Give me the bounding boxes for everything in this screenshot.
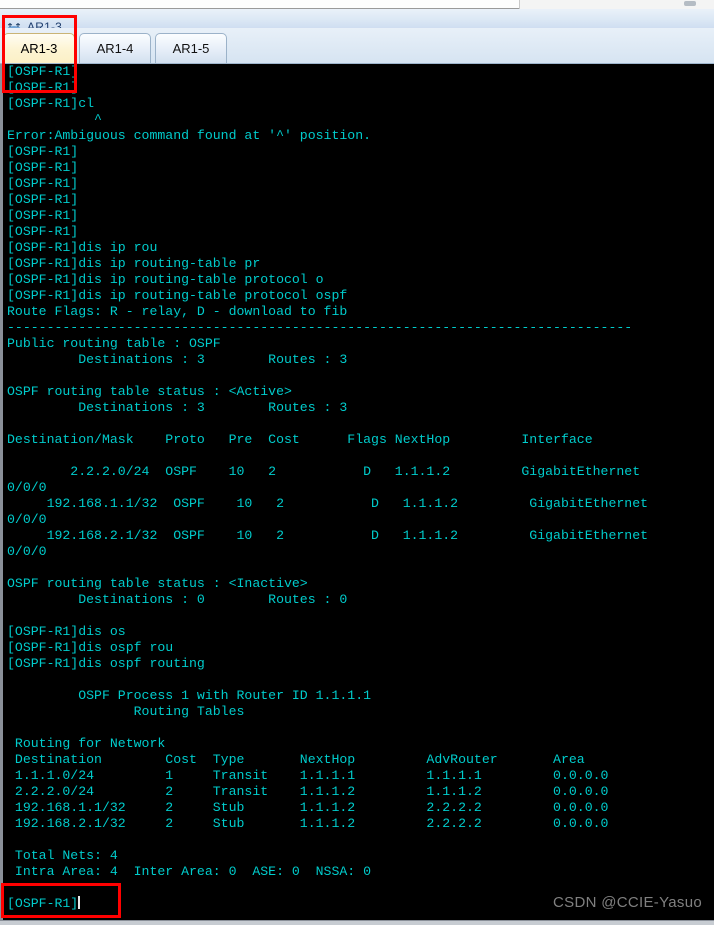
terminal-line: [OSPF-R1] [7, 224, 79, 239]
terminal-line: Destinations : 3 Routes : 3 [7, 400, 348, 415]
outer-window-strip [0, 0, 714, 9]
window-title-bar: AR1-3 [0, 9, 714, 34]
terminal-line: Route Flags: R - relay, D - download to … [7, 304, 348, 319]
terminal-line: Routing Tables [7, 704, 245, 719]
terminal-line: ----------------------------------------… [7, 320, 633, 335]
terminal-prompt-text: [OSPF-R1] [7, 896, 79, 911]
tab-ar1-5[interactable]: AR1-5 [155, 33, 227, 63]
terminal-line: 1.1.1.0/24 1 Transit 1.1.1.1 1.1.1.1 0.0… [7, 768, 609, 783]
terminal-line: ^ [7, 112, 102, 127]
terminal-line: Destinations : 0 Routes : 0 [7, 592, 348, 607]
terminal-line: [OSPF-R1] [7, 176, 79, 191]
terminal-cursor [78, 896, 81, 909]
outer-panel-strip [519, 0, 714, 9]
terminal-line: [OSPF-R1] [7, 160, 79, 175]
terminal-line: [OSPF-R1]dis ip rou [7, 240, 158, 255]
terminal-line: OSPF Process 1 with Router ID 1.1.1.1 [7, 688, 372, 703]
terminal-line: [OSPF-R1] [7, 80, 79, 95]
panel-handle-icon [684, 1, 696, 6]
terminal-line: Public routing table : OSPF [7, 336, 221, 351]
terminal-line: 0/0/0 [7, 512, 47, 527]
terminal-line: 0/0/0 [7, 544, 47, 559]
terminal-line: 192.168.2.1/32 2 Stub 1.1.1.2 2.2.2.2 0.… [7, 816, 609, 831]
tab-ar1-4[interactable]: AR1-4 [79, 33, 151, 63]
terminal-line: [OSPF-R1] [7, 192, 79, 207]
console-window: AR1-3 AR1-3 AR1-4 AR1-5 [OSPF-R1] [OSPF-R… [0, 0, 714, 925]
tab-bar: AR1-3 AR1-4 AR1-5 [0, 28, 714, 64]
terminal-line: [OSPF-R1]dis ip routing-table protocol o [7, 272, 324, 287]
tab-ar1-3[interactable]: AR1-3 [3, 33, 75, 63]
terminal-line: Total Nets: 4 [7, 848, 118, 863]
terminal-line: 0/0/0 [7, 480, 47, 495]
watermark: CSDN @CCIE-Yasuo [553, 894, 702, 911]
terminal-lines: [OSPF-R1] [OSPF-R1] [OSPF-R1]cl ^ Error:Amb… [7, 64, 713, 912]
terminal-line: 2.2.2.0/24 2 Transit 1.1.1.2 1.1.1.2 0.0… [7, 784, 609, 799]
terminal-line: [OSPF-R1] [7, 144, 79, 159]
terminal-line: [OSPF-R1]dis ip routing-table pr [7, 256, 261, 271]
terminal-line: 192.168.2.1/32 OSPF 10 2 D 1.1.1.2 Gigab… [7, 528, 649, 543]
terminal-line: Error:Ambiguous command found at '^' pos… [7, 128, 372, 143]
terminal-line: Destination/Mask Proto Pre Cost Flags Ne… [7, 432, 593, 447]
terminal-line: OSPF routing table status : <Active> [7, 384, 292, 399]
terminal-line: [OSPF-R1]dis ospf routing [7, 656, 205, 671]
terminal-line: Destination Cost Type NextHop AdvRouter … [7, 752, 585, 767]
terminal-line: Intra Area: 4 Inter Area: 0 ASE: 0 NSSA:… [7, 864, 372, 879]
terminal-line: OSPF routing table status : <Inactive> [7, 576, 308, 591]
tab-label: AR1-4 [96, 41, 134, 56]
terminal-line: [OSPF-R1] [7, 208, 79, 223]
terminal-line: 192.168.1.1/32 2 Stub 1.1.1.2 2.2.2.2 0.… [7, 800, 609, 815]
terminal-line: [OSPF-R1]dis os [7, 624, 126, 639]
terminal-line: [OSPF-R1]dis ospf rou [7, 640, 174, 655]
terminal-line: [OSPF-R1] [7, 64, 79, 79]
tab-label: AR1-3 [20, 41, 58, 56]
tab-label: AR1-5 [172, 41, 210, 56]
terminal-output[interactable]: [OSPF-R1] [OSPF-R1] [OSPF-R1]cl ^ Error:Amb… [0, 64, 714, 925]
terminal-line: [OSPF-R1]dis ip routing-table protocol o… [7, 288, 348, 303]
terminal-line: Routing for Network [7, 736, 166, 751]
terminal-line: Destinations : 3 Routes : 3 [7, 352, 348, 367]
window-bottom-edge [0, 920, 714, 925]
terminal-line: 192.168.1.1/32 OSPF 10 2 D 1.1.1.2 Gigab… [7, 496, 649, 511]
terminal-line: [OSPF-R1]cl [7, 96, 95, 111]
terminal-line: 2.2.2.0/24 OSPF 10 2 D 1.1.1.2 GigabitEt… [7, 464, 641, 479]
